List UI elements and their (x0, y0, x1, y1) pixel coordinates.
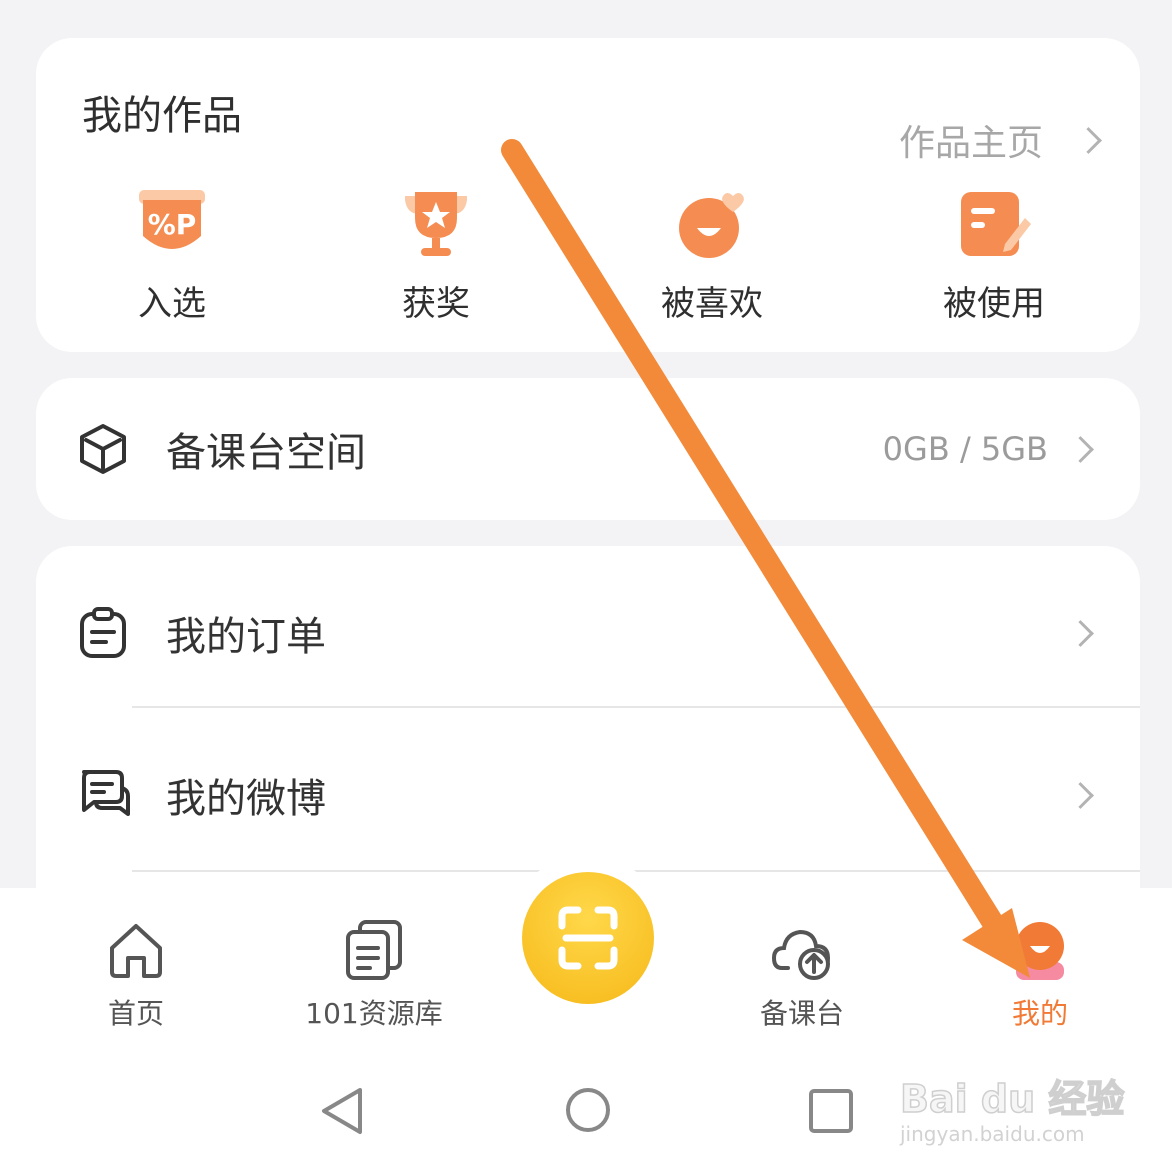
chat-bubbles-icon (82, 770, 130, 816)
home-icon (110, 924, 162, 978)
clipboard-icon (80, 607, 126, 658)
used-note-icon (961, 192, 1031, 256)
chevron-right-icon (1067, 435, 1094, 463)
storage-value: 0GB / 5GB (882, 430, 1048, 468)
menu-item-orders[interactable]: 我的订单 (36, 606, 1140, 660)
tab-library[interactable]: 101资源库 (274, 918, 474, 1032)
stat-used[interactable]: 被使用 (894, 188, 1094, 325)
recents-square-icon[interactable] (808, 1088, 854, 1134)
svg-text:%P: %P (148, 208, 197, 241)
menu-label: 我的微博 (166, 776, 326, 822)
tab-prep[interactable]: 备课台 (702, 918, 902, 1032)
stat-label: 获奖 (402, 284, 470, 324)
works-home-link[interactable]: 作品主页 (898, 114, 1102, 166)
menu-label: 我的订单 (166, 614, 326, 660)
home-circle-icon[interactable] (564, 1086, 612, 1134)
stat-liked[interactable]: 被喜欢 (612, 188, 812, 325)
tab-home[interactable]: 首页 (36, 918, 236, 1032)
scan-button[interactable] (522, 872, 654, 1004)
tab-label: 101资源库 (305, 997, 443, 1030)
watermark-brand: Bai du 经验 (899, 1076, 1125, 1122)
works-home-label: 作品主页 (898, 123, 1043, 164)
stat-selected[interactable]: %P 入选 (72, 188, 272, 325)
stat-awarded[interactable]: 获奖 (336, 188, 536, 325)
cube-icon (80, 424, 126, 474)
tab-label: 首页 (107, 997, 164, 1030)
stat-label: 被喜欢 (661, 284, 763, 324)
library-icon (346, 920, 402, 980)
storage-card[interactable]: 备课台空间 0GB / 5GB (36, 378, 1140, 520)
chevron-right-icon (1075, 126, 1102, 154)
watermark: Bai du 经验 jingyan.baidu.com (899, 1050, 1130, 1150)
selected-badge-icon: %P (139, 190, 205, 249)
watermark-url: jingyan.baidu.com (900, 1122, 1085, 1146)
chevron-right-icon (1067, 781, 1094, 809)
liked-face-icon (679, 193, 744, 258)
profile-icon (1016, 922, 1064, 980)
menu-item-weibo[interactable]: 我的微博 (36, 768, 1140, 822)
works-card: 我的作品 作品主页 %P 入选 获奖 被喜欢 被使用 (36, 38, 1140, 352)
storage-label: 备课台空间 (166, 430, 366, 476)
tab-label: 我的 (1011, 997, 1068, 1030)
back-icon[interactable] (320, 1086, 364, 1136)
stat-label: 被使用 (943, 284, 1045, 324)
tab-label: 备课台 (759, 997, 844, 1030)
tab-mine[interactable]: 我的 (940, 918, 1140, 1032)
stat-label: 入选 (138, 284, 206, 324)
chevron-right-icon (1067, 619, 1094, 647)
storage-row[interactable]: 备课台空间 0GB / 5GB (36, 422, 1140, 476)
divider (132, 706, 1140, 708)
trophy-icon (405, 192, 467, 256)
works-title: 我的作品 (82, 93, 242, 139)
cloud-upload-icon (771, 929, 831, 980)
scan-icon (558, 906, 618, 970)
